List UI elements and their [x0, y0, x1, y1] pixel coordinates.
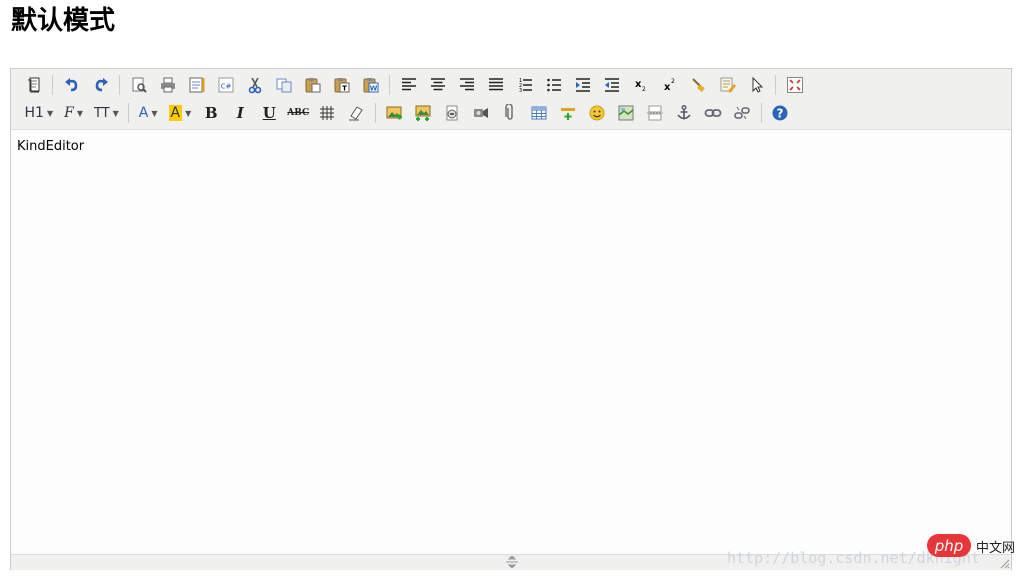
caret-down-icon: ▼	[185, 108, 192, 118]
quickformat-icon[interactable]	[717, 74, 739, 96]
svg-text:T: T	[342, 85, 347, 93]
kindeditor: C# T W 123 x2 x2 H1 ▼ F ▼ TT ▼ A ▼ A ▼ B…	[10, 68, 1012, 570]
caret-down-icon: ▼	[76, 108, 83, 118]
anchor-icon[interactable]	[673, 102, 695, 124]
caret-down-icon: ▼	[46, 108, 54, 118]
svg-text:x: x	[664, 82, 671, 93]
preview-icon[interactable]	[128, 74, 150, 96]
wordpaste-icon[interactable]: W	[360, 74, 382, 96]
fullscreen-icon[interactable]	[784, 74, 806, 96]
svg-text:W: W	[369, 85, 377, 93]
toolbar-separator	[775, 75, 776, 95]
formatblock-label: H1	[24, 105, 44, 121]
multiimage-icon[interactable]	[412, 102, 434, 124]
hilitecolor-label: A	[168, 105, 183, 121]
fontname-label: F	[64, 105, 74, 121]
plainpaste-icon[interactable]: T	[331, 74, 353, 96]
ordered-list-icon[interactable]: 123	[514, 74, 536, 96]
toolbar-separator	[119, 75, 120, 95]
lineheight-icon[interactable]	[316, 102, 338, 124]
svg-text:2: 2	[671, 78, 675, 85]
toolbar-separator	[128, 103, 130, 123]
media-icon[interactable]	[470, 102, 492, 124]
redo-icon[interactable]	[90, 74, 112, 96]
editor-content-area[interactable]: KindEditor	[11, 130, 1011, 554]
toolbar-row-1: C# T W 123 x2 x2	[19, 72, 809, 98]
svg-text:C#: C#	[220, 83, 231, 91]
svg-text:?: ?	[777, 107, 784, 121]
justifyright-icon[interactable]	[456, 74, 478, 96]
caret-down-icon: ▼	[151, 108, 158, 118]
flash-icon[interactable]	[441, 102, 463, 124]
fontsize-label: TT	[93, 105, 110, 121]
unordered-list-icon[interactable]	[543, 74, 565, 96]
outdent-icon[interactable]	[601, 74, 623, 96]
cut-icon[interactable]	[244, 74, 266, 96]
editor-toolbar: C# T W 123 x2 x2 H1 ▼ F ▼ TT ▼ A ▼ A ▼ B…	[11, 69, 1011, 130]
editor-content-text[interactable]: KindEditor	[17, 139, 84, 154]
php-logo: php	[927, 534, 971, 557]
copy-icon[interactable]	[273, 74, 295, 96]
toolbar-separator	[374, 103, 376, 123]
image-icon[interactable]	[383, 102, 405, 124]
subscript-icon[interactable]: x2	[630, 74, 652, 96]
justifyfull-icon[interactable]	[485, 74, 507, 96]
fontsize-dropdown[interactable]: TT ▼	[92, 102, 121, 124]
insertfile-icon[interactable]	[499, 102, 521, 124]
subscript-label: x	[635, 79, 642, 90]
strikethrough-icon[interactable]: ABC	[287, 102, 309, 124]
italic-icon[interactable]: I	[229, 102, 251, 124]
undo-icon[interactable]	[61, 74, 83, 96]
hr-icon[interactable]	[557, 102, 579, 124]
template-icon[interactable]	[186, 74, 208, 96]
pagebreak-icon[interactable]	[644, 102, 666, 124]
bold-icon[interactable]: B	[200, 102, 222, 124]
code-icon[interactable]: C#	[215, 74, 237, 96]
toolbar-row-2: H1 ▼ F ▼ TT ▼ A ▼ A ▼ B I U ABC ?	[19, 100, 795, 126]
resize-handle-icon[interactable]	[505, 556, 519, 568]
forecolor-dropdown[interactable]: A ▼	[137, 102, 160, 124]
caret-down-icon: ▼	[112, 108, 119, 118]
source-icon[interactable]	[23, 74, 45, 96]
emoticons-icon[interactable]	[586, 102, 608, 124]
about-icon[interactable]: ?	[769, 102, 791, 124]
corner-resize-grip-icon[interactable]	[1000, 559, 1010, 569]
fontname-dropdown[interactable]: F ▼	[62, 102, 85, 124]
page-title: 默认模式	[11, 6, 116, 36]
svg-text:3: 3	[519, 88, 522, 94]
php-cn-label: 中文网	[976, 541, 1016, 556]
paste-icon[interactable]	[302, 74, 324, 96]
link-icon[interactable]	[702, 102, 724, 124]
justifyleft-icon[interactable]	[398, 74, 420, 96]
justifycenter-icon[interactable]	[427, 74, 449, 96]
underline-icon[interactable]: U	[258, 102, 280, 124]
formatblock-dropdown[interactable]: H1 ▼	[23, 102, 56, 124]
toolbar-separator	[760, 103, 762, 123]
table-icon[interactable]	[528, 102, 550, 124]
svg-text:2: 2	[642, 86, 646, 93]
unlink-icon[interactable]	[731, 102, 753, 124]
selectall-icon[interactable]	[746, 74, 768, 96]
toolbar-separator	[52, 75, 53, 95]
hilitecolor-dropdown[interactable]: A ▼	[167, 102, 194, 124]
print-icon[interactable]	[157, 74, 179, 96]
removeformat-icon[interactable]	[345, 102, 367, 124]
forecolor-label: A	[138, 105, 149, 121]
indent-icon[interactable]	[572, 74, 594, 96]
toolbar-separator	[389, 75, 390, 95]
clearhtml-icon[interactable]	[688, 74, 710, 96]
baidumap-icon[interactable]	[615, 102, 637, 124]
superscript-icon[interactable]: x2	[659, 74, 681, 96]
